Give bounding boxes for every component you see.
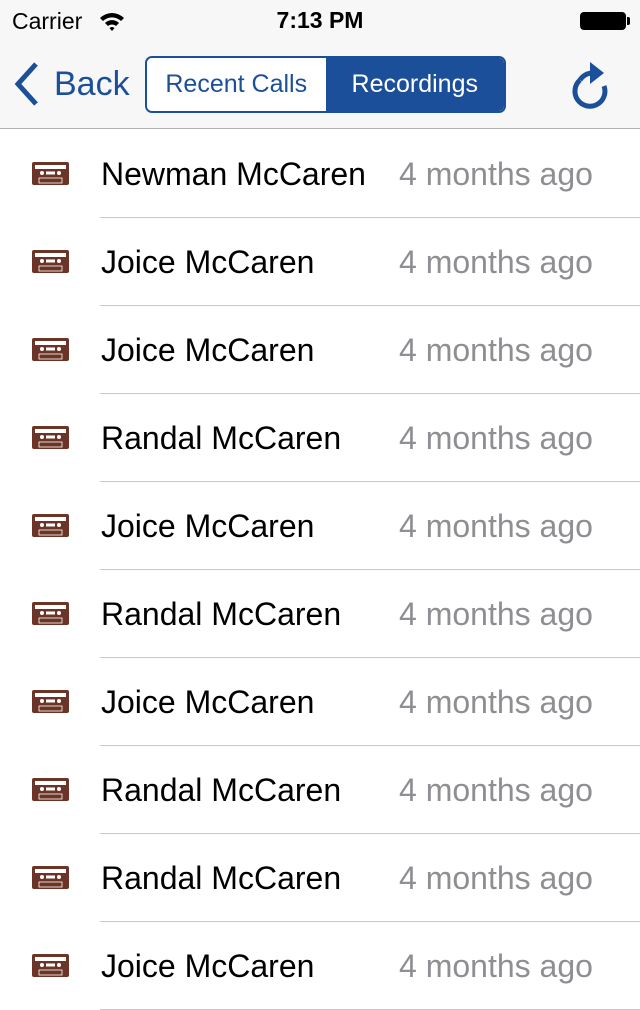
cassette-icon [32,866,69,889]
contact-name: Randal McCaren [101,596,342,632]
refresh-icon[interactable] [566,58,616,110]
recording-row[interactable]: Newman McCaren 4 months ago [0,130,640,218]
cassette-icon [32,338,69,361]
recording-row[interactable]: Joice McCaren 4 months ago [0,922,640,1010]
cassette-icon [32,602,69,625]
recording-age: 4 months ago [399,420,593,456]
cassette-icon [32,514,69,537]
cassette-icon [32,690,69,713]
recording-row[interactable]: Randal McCaren 4 months ago [0,834,640,922]
segment-recordings[interactable]: Recordings [325,58,504,111]
contact-name: Joice McCaren [101,948,315,984]
contact-name: Randal McCaren [101,772,342,808]
cassette-icon [32,162,69,185]
recording-row[interactable]: Joice McCaren 4 months ago [0,306,640,394]
recording-row[interactable]: Randal McCaren 4 months ago [0,570,640,658]
contact-name: Joice McCaren [101,684,315,720]
cassette-icon [32,426,69,449]
chevron-left-icon [14,62,38,106]
segmented-control: Recent Calls Recordings [145,56,506,113]
recording-age: 4 months ago [399,596,593,632]
battery-tip [627,17,630,25]
status-bar: Carrier 7:13 PM [0,0,640,40]
recording-age: 4 months ago [399,772,593,808]
recordings-list: Newman McCaren 4 months ago Joice McCare… [0,130,640,1010]
navigation-bar: Back Recent Calls Recordings [0,40,640,128]
recording-row[interactable]: Randal McCaren 4 months ago [0,746,640,834]
back-button[interactable]: Back [14,62,130,106]
contact-name: Joice McCaren [101,244,315,280]
header: Carrier 7:13 PM Back Recent Calls Record… [0,0,640,129]
contact-name: Randal McCaren [101,860,342,896]
cassette-icon [32,250,69,273]
recording-age: 4 months ago [399,860,593,896]
cassette-icon [32,778,69,801]
recording-age: 4 months ago [399,156,593,192]
cassette-icon [32,954,69,977]
segment-recent-calls[interactable]: Recent Calls [147,58,326,111]
contact-name: Newman McCaren [101,156,366,192]
contact-name: Joice McCaren [101,508,315,544]
recording-age: 4 months ago [399,332,593,368]
recording-age: 4 months ago [399,508,593,544]
recording-age: 4 months ago [399,948,593,984]
contact-name: Joice McCaren [101,332,315,368]
battery-icon [580,12,626,30]
contact-name: Randal McCaren [101,420,342,456]
recording-row[interactable]: Joice McCaren 4 months ago [0,658,640,746]
recording-age: 4 months ago [399,244,593,280]
recording-row[interactable]: Randal McCaren 4 months ago [0,394,640,482]
recording-age: 4 months ago [399,684,593,720]
status-time: 7:13 PM [276,7,364,33]
recording-row[interactable]: Joice McCaren 4 months ago [0,218,640,306]
recording-row[interactable]: Joice McCaren 4 months ago [0,482,640,570]
back-label: Back [54,64,130,103]
